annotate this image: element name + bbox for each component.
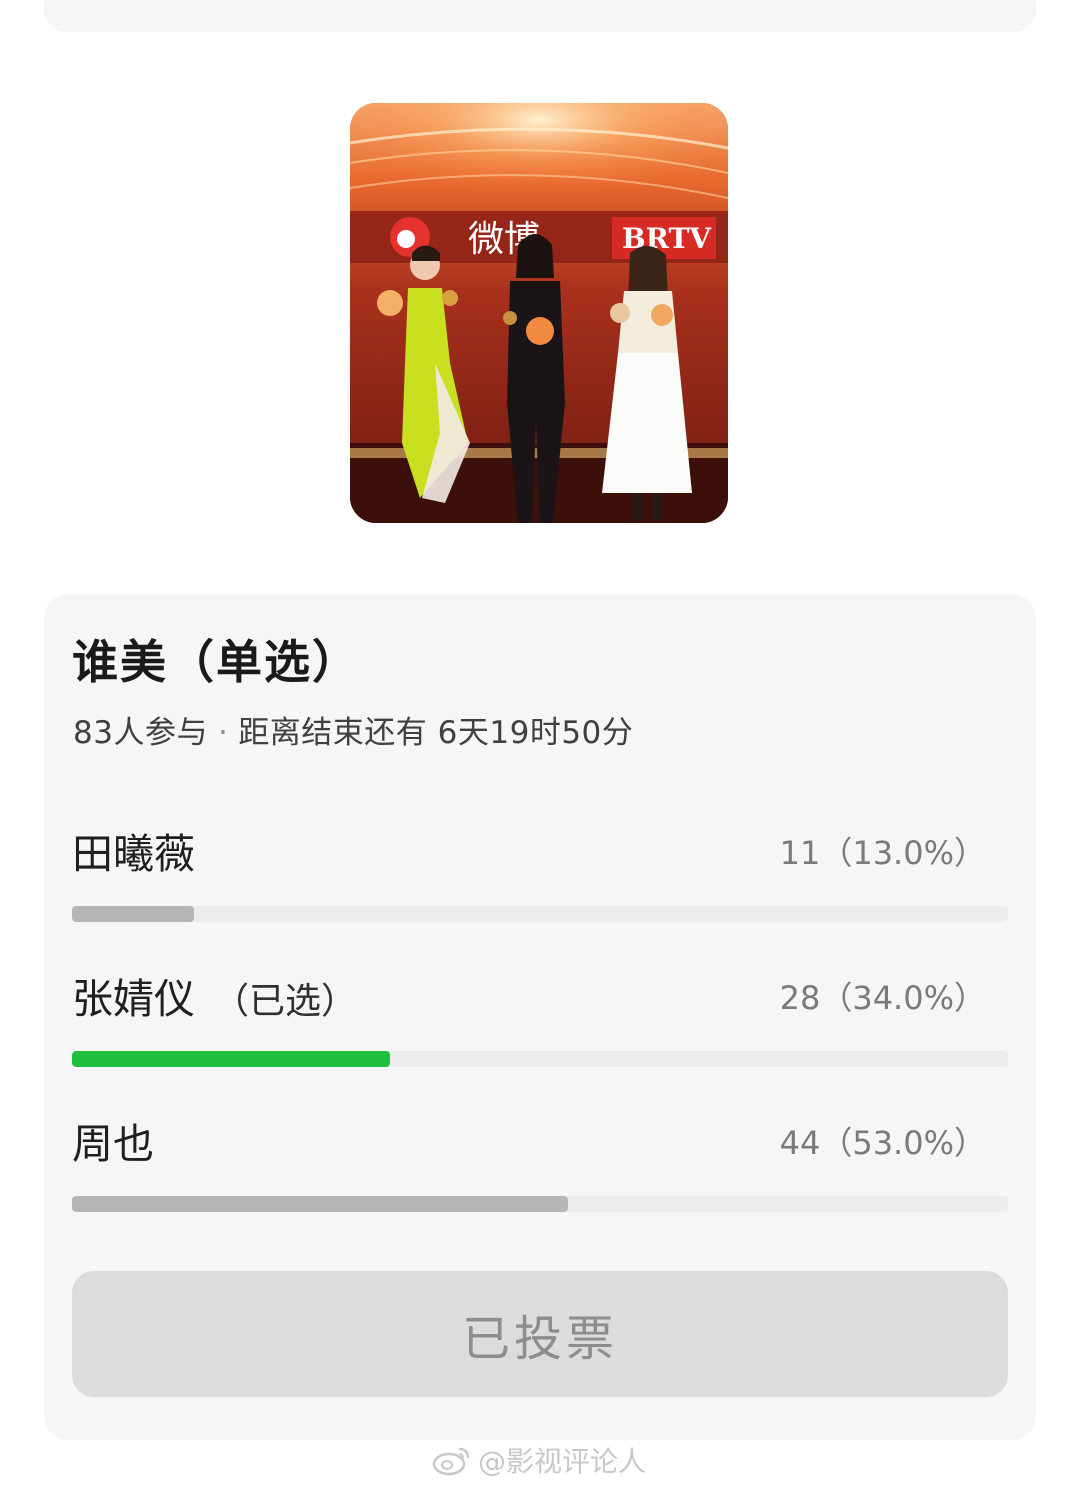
meta-separator: · — [217, 715, 229, 751]
option-name: 田曦薇 — [72, 830, 195, 878]
watermark-text: @影视评论人 — [478, 1445, 647, 1478]
poll-option-2[interactable]: 张婧仪 （已选） 28（34.0%） — [72, 965, 1008, 1075]
participant-count: 83人参与 — [73, 715, 208, 751]
option-name: 张婧仪 — [72, 975, 195, 1023]
watermark: @影视评论人 — [432, 1440, 646, 1480]
voted-button[interactable]: 已投票 — [72, 1271, 1008, 1397]
option-bar-track — [72, 906, 1008, 922]
poll-card: 谁美（单选） 83人参与 · 距离结束还有 6天19时50分 田曦薇 11（13.0… — [44, 594, 1036, 1440]
poll-image[interactable]: 微博 BRTV — [350, 103, 728, 523]
poll-title: 谁美（单选） — [72, 635, 360, 689]
option-bar-track — [72, 1051, 1008, 1067]
poll-option-3[interactable]: 周也 44（53.0%） — [72, 1110, 1008, 1220]
option-bar-fill — [72, 1051, 391, 1067]
option-name: 周也 — [72, 1120, 154, 1168]
previous-card — [44, 0, 1036, 32]
option-count: 28（34.0%） — [779, 979, 986, 1017]
poll-option-1[interactable]: 田曦薇 11（13.0%） — [72, 820, 1008, 930]
selected-indicator: （已选） — [213, 981, 358, 1022]
option-bar-fill — [72, 906, 194, 922]
option-bar-fill — [72, 1196, 569, 1212]
weibo-icon — [432, 1447, 470, 1476]
award-photo: 微博 BRTV — [350, 103, 728, 523]
time-remaining: 距离结束还有 6天19时50分 — [238, 715, 634, 751]
option-count: 11（13.0%） — [779, 834, 986, 872]
option-bar-track — [72, 1196, 1008, 1212]
option-count: 44（53.0%） — [779, 1124, 986, 1162]
poll-meta: 83人参与 · 距离结束还有 6天19时50分 — [73, 707, 633, 752]
